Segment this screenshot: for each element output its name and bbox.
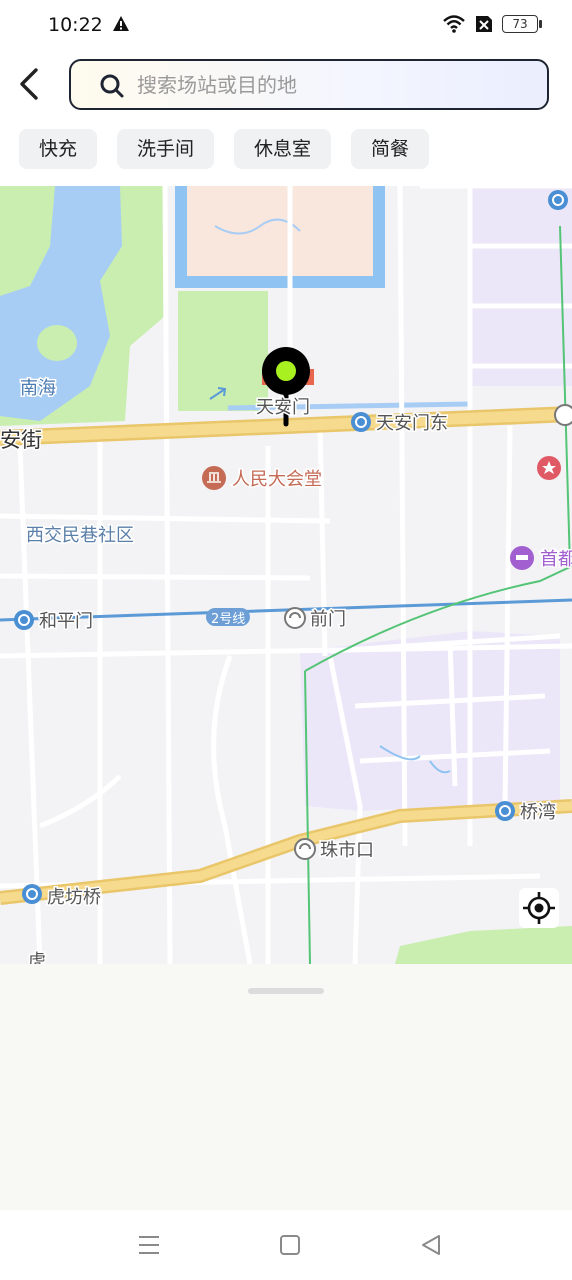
label-heping-men: 和平门 (39, 611, 93, 632)
filter-chips: 快充 洗手间 休息室 简餐 (19, 129, 430, 169)
back-triangle-icon[interactable] (418, 1232, 444, 1258)
search-box[interactable] (69, 59, 549, 110)
station-icon-qiaowan (495, 801, 515, 821)
header (0, 50, 572, 120)
station-icon-top-right (548, 190, 568, 210)
label-qianmen: 前门 (310, 609, 346, 630)
bottom-sheet[interactable] (0, 964, 572, 1210)
label-great-hall: 人民大会堂 (232, 469, 322, 490)
star-icon-poi (537, 456, 561, 480)
chip-fast-charge[interactable]: 快充 (19, 129, 98, 169)
search-icon (100, 74, 124, 98)
label-shoudu: 首都 (540, 549, 572, 570)
map-view[interactable]: 南海 安街 天安门 天安门东 人民大会堂 西交民巷社区 和平门 2号线 前门 首… (0, 186, 572, 964)
label-tiananmen-east: 天安门东 (376, 413, 448, 434)
system-nav-bar (0, 1210, 572, 1280)
map-park-center (178, 291, 268, 411)
no-sim-icon (476, 16, 492, 32)
crosshair-icon (523, 892, 555, 924)
map-canvas: 南海 安街 天安门 天安门东 人民大会堂 西交民巷社区 和平门 2号线 前门 首… (0, 186, 572, 964)
chip-restroom[interactable]: 洗手间 (117, 129, 215, 169)
label-hu: 虎 (28, 951, 46, 964)
map-palace (187, 186, 373, 276)
label-qiaowan: 桥湾 (520, 802, 556, 823)
search-input[interactable] (137, 61, 517, 108)
label-tiananmen: 天安门 (256, 397, 310, 418)
station-icon-tiananmen-east (351, 412, 371, 432)
chip-lounge[interactable]: 休息室 (234, 129, 332, 169)
station-icon-heping-men (14, 610, 34, 630)
map-area-purple-north (470, 186, 572, 386)
transfer-icon-qianmen (284, 607, 306, 629)
label-nanhai: 南海 (20, 378, 56, 399)
chevron-left-icon[interactable] (12, 64, 48, 104)
warning-icon (113, 16, 129, 31)
sheet-drag-handle[interactable] (248, 988, 324, 994)
station-icon-hufangqiao (22, 884, 42, 904)
hotel-icon-shoudu (510, 546, 534, 570)
label-hufangqiao: 虎坊桥 (47, 887, 101, 908)
status-bar: 10:22 73 (0, 0, 572, 50)
museum-icon-great-hall (202, 466, 226, 490)
label-an-jie: 安街 (0, 428, 42, 452)
menu-icon[interactable] (136, 1232, 162, 1258)
label-zhushikou: 珠市口 (320, 840, 374, 861)
locate-button[interactable] (519, 888, 559, 928)
label-line2: 2号线 (211, 612, 245, 627)
transfer-icon-east-edge (554, 404, 572, 426)
chip-snack[interactable]: 简餐 (351, 129, 430, 169)
transfer-icon-zhushikou (294, 838, 316, 860)
map-water-island (37, 325, 77, 361)
map-area-purple-south (300, 631, 560, 811)
status-time: 10:22 (48, 14, 103, 36)
wifi-icon (443, 15, 465, 33)
battery-icon: 73 (502, 15, 542, 33)
home-square-icon[interactable] (277, 1232, 303, 1258)
label-xijiao: 西交民巷社区 (26, 525, 134, 546)
